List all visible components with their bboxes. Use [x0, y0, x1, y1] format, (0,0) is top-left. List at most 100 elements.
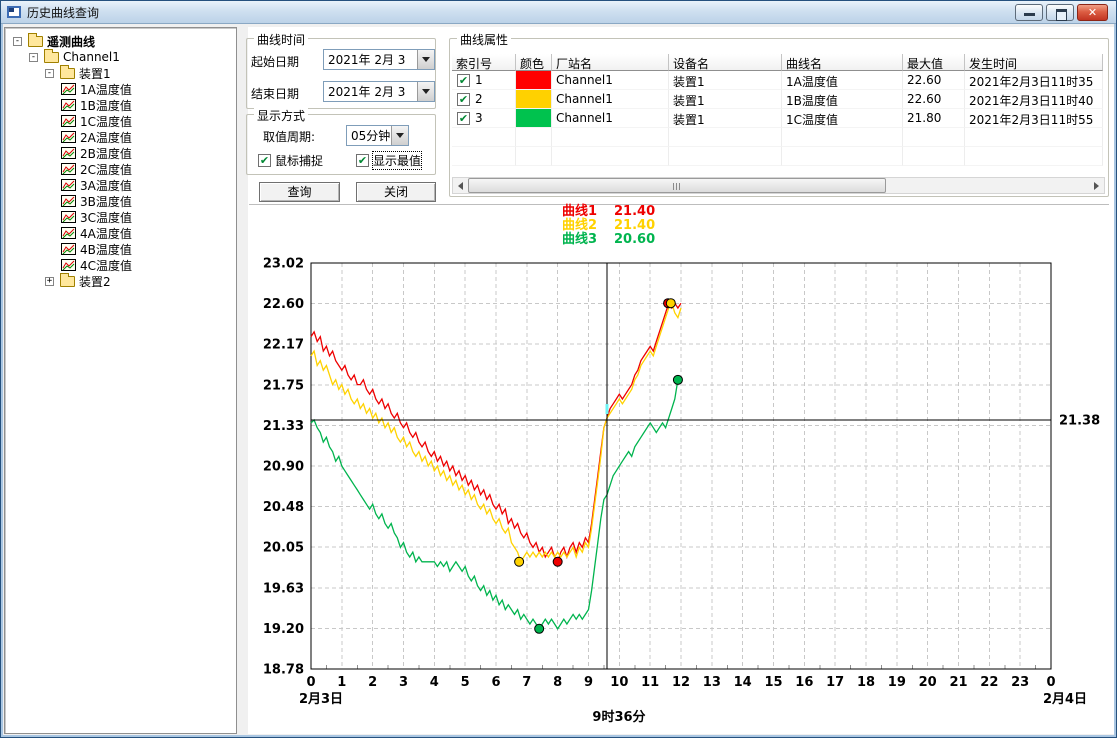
table-row[interactable]: ✔3Channel1装置11C温度值21.802021年2月3日11时55 — [452, 109, 1103, 128]
legend-row: 曲线320.60 — [562, 233, 655, 247]
tree-item[interactable]: 3C温度值 — [5, 209, 236, 225]
row-index: 3 — [475, 111, 483, 125]
tree-item-label: 1A温度值 — [80, 81, 132, 98]
column-header[interactable]: 最大值 — [903, 54, 965, 71]
column-header[interactable]: 颜色 — [516, 54, 552, 71]
y-axis-tick-label: 20.05 — [263, 541, 304, 556]
tree-item[interactable]: 3B温度值 — [5, 193, 236, 209]
scroll-left-arrow-icon[interactable] — [453, 178, 468, 193]
tree-item[interactable]: 3A温度值 — [5, 177, 236, 193]
x-axis-tick-label: 0 — [306, 675, 315, 690]
y-axis-tick-label: 21.33 — [263, 419, 304, 434]
column-header[interactable]: 索引号 — [452, 54, 516, 71]
table-cell — [782, 128, 903, 147]
tree-item[interactable]: - Channel1 — [5, 49, 236, 65]
curve-icon — [61, 211, 76, 223]
start-date-combo[interactable]: 2021年 2月 3 — [323, 49, 435, 70]
period-combo[interactable]: 05分钟 — [346, 125, 409, 146]
table-cell — [552, 128, 669, 147]
column-header[interactable]: 发生时间 — [965, 54, 1103, 71]
tree-item[interactable]: -装置1 — [5, 65, 236, 81]
x-axis-date-right: 2月4日 — [1043, 692, 1087, 707]
x-axis-tick-label: 4 — [430, 675, 439, 690]
tree-item-label: 1B温度值 — [80, 97, 132, 114]
tree-item[interactable]: 4B温度值 — [5, 241, 236, 257]
table-cell — [452, 147, 516, 166]
telemetry-curve-tree[interactable]: -遥测曲线-Channel1-装置11A温度值1B温度值1C温度值2A温度值2B… — [4, 27, 237, 734]
scrollbar-track[interactable] — [468, 178, 1089, 193]
period-dropdown-button[interactable] — [391, 126, 408, 145]
extreme-marker — [535, 624, 544, 633]
cursor-time-label: 9时36分 — [592, 709, 645, 725]
table-cell — [552, 147, 669, 166]
tree-item[interactable]: 2B温度值 — [5, 145, 236, 161]
y-axis-tick-label: 20.90 — [263, 460, 304, 475]
query-button[interactable]: 查询 — [259, 182, 340, 202]
tree-item[interactable]: 2A温度值 — [5, 129, 236, 145]
table-hscrollbar[interactable] — [452, 177, 1105, 194]
table-row[interactable]: ✔1Channel1装置11A温度值22.602021年2月3日11时35 — [452, 71, 1103, 90]
legend-curve-value: 21.40 — [614, 219, 655, 233]
y-axis-tick-label: 19.20 — [263, 622, 304, 637]
legend-row: 曲线221.40 — [562, 219, 655, 233]
collapse-icon[interactable]: - — [29, 53, 38, 62]
collapse-icon[interactable]: - — [45, 69, 54, 78]
row-index: 2 — [475, 92, 483, 106]
table-cell: 1B温度值 — [782, 90, 903, 109]
x-axis-date-left: 2月3日 — [299, 692, 343, 707]
chevron-down-icon — [396, 133, 404, 138]
curve-icon — [61, 83, 76, 95]
horizontal-separator — [249, 204, 1109, 206]
tree-item[interactable]: 4A温度值 — [5, 225, 236, 241]
collapse-icon[interactable]: - — [13, 37, 22, 46]
table-cell: 22.60 — [903, 71, 965, 90]
x-axis-tick-label: 22 — [980, 675, 998, 690]
row-checkbox[interactable]: ✔ — [457, 74, 470, 87]
extreme-marker — [553, 557, 562, 566]
row-checkbox[interactable]: ✔ — [457, 93, 470, 106]
tree-item[interactable]: 1B温度值 — [5, 97, 236, 113]
minimize-button[interactable] — [1015, 4, 1043, 21]
x-axis-tick-label: 8 — [553, 675, 562, 690]
table-cell: 2021年2月3日11时40 — [965, 90, 1103, 109]
x-axis-tick-label: 23 — [1011, 675, 1029, 690]
cursor-value-label: 21.38 — [1059, 414, 1100, 429]
table-cell — [516, 109, 552, 128]
tree-item[interactable]: 4C温度值 — [5, 257, 236, 273]
mouse-capture-checkbox[interactable]: ✔ 鼠标捕捉 — [258, 152, 323, 169]
column-header[interactable]: 厂站名 — [552, 54, 669, 71]
curve-chart[interactable]: 23.0222.6022.1721.7521.3320.9020.4820.05… — [251, 249, 1111, 735]
start-date-dropdown-button[interactable] — [417, 50, 434, 69]
tree-item[interactable]: -遥测曲线 — [5, 33, 236, 49]
row-checkbox[interactable]: ✔ — [457, 112, 470, 125]
table-cell: 1C温度值 — [782, 109, 903, 128]
row-index: 1 — [475, 73, 483, 87]
table-cell: 22.60 — [903, 90, 965, 109]
x-axis-tick-label: 7 — [522, 675, 531, 690]
folder-icon — [60, 68, 75, 79]
scrollbar-thumb[interactable] — [468, 178, 886, 193]
scroll-right-arrow-icon[interactable] — [1089, 178, 1104, 193]
close-button[interactable] — [1077, 4, 1108, 21]
x-axis-tick-label: 21 — [949, 675, 967, 690]
tree-item-label: 4C温度值 — [80, 257, 132, 274]
table-cell — [669, 147, 782, 166]
column-header[interactable]: 曲线名 — [782, 54, 903, 71]
tree-item-label: 1C温度值 — [80, 113, 132, 130]
tree-item[interactable]: 1C温度值 — [5, 113, 236, 129]
close-dialog-button[interactable]: 关闭 — [356, 182, 436, 202]
tree-item[interactable]: +装置2 — [5, 273, 236, 289]
table-cell: Channel1 — [552, 90, 669, 109]
table-row[interactable]: ✔2Channel1装置11B温度值22.602021年2月3日11时40 — [452, 90, 1103, 109]
checkbox-check-icon: ✔ — [258, 154, 271, 167]
x-axis-tick-label: 15 — [764, 675, 782, 690]
end-date-combo[interactable]: 2021年 2月 3 — [323, 81, 435, 102]
show-extremes-checkbox[interactable]: ✔ 显示最值 — [356, 152, 421, 169]
tree-item-label: Channel1 — [63, 50, 120, 64]
column-header[interactable]: 设备名 — [669, 54, 782, 71]
end-date-dropdown-button[interactable] — [417, 82, 434, 101]
expand-icon[interactable]: + — [45, 277, 54, 286]
tree-item[interactable]: 2C温度值 — [5, 161, 236, 177]
tree-item[interactable]: 1A温度值 — [5, 81, 236, 97]
maximize-button[interactable] — [1046, 4, 1074, 21]
